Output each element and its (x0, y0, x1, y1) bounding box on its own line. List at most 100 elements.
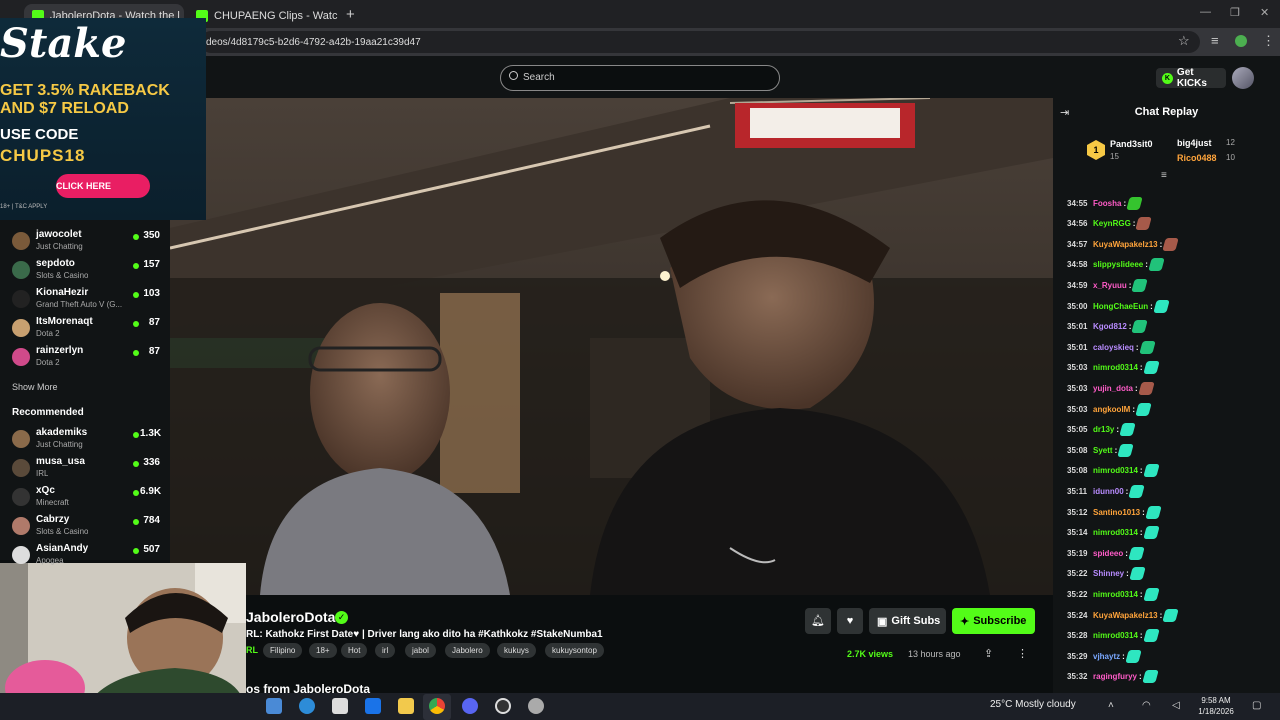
sidebar-channel[interactable]: jawocolet Just Chatting 350 (12, 228, 172, 256)
profile-icon[interactable] (1235, 35, 1247, 47)
sidebar-channel[interactable]: sepdoto Slots & Casino 157 (12, 257, 172, 285)
stream-tag[interactable]: 18+ (309, 643, 337, 658)
chat-username[interactable]: KeynRGG (1093, 219, 1131, 228)
live-dot-icon (133, 321, 139, 327)
chat-username[interactable]: Foosha (1093, 199, 1121, 208)
chrome-icon[interactable] (429, 698, 445, 714)
outlook-icon[interactable] (365, 698, 381, 714)
sidebar-channel[interactable]: rainzerlyn Dota 2 87 (12, 344, 172, 372)
emote-icon (1125, 649, 1142, 663)
live-dot-icon (133, 548, 139, 554)
new-tab-button[interactable]: + (346, 6, 355, 23)
edge-icon[interactable] (299, 698, 315, 714)
emote-icon (1153, 299, 1170, 313)
stream-tag[interactable]: Filipino (263, 643, 303, 658)
stream-tag[interactable]: Jabolero (445, 643, 490, 658)
video-player[interactable] (170, 98, 1053, 595)
media-controls-icon[interactable]: ≡ (1211, 33, 1219, 48)
chat-colon: : (1139, 631, 1143, 641)
chat-username[interactable]: HongChaeEun (1093, 302, 1148, 311)
app-icon[interactable] (528, 698, 544, 714)
tray-chevron-icon[interactable]: ˄ (1108, 700, 1114, 711)
chat-username[interactable]: Syett (1093, 446, 1113, 455)
user-avatar[interactable] (1232, 67, 1254, 89)
chat-username[interactable]: Shinney (1093, 569, 1124, 578)
chat-username[interactable]: slippyslideee (1093, 260, 1143, 269)
chat-username[interactable]: idunn00 (1093, 487, 1124, 496)
emote-icon (1117, 443, 1134, 457)
emote-icon (1135, 217, 1153, 231)
chat-username[interactable]: Santino1013 (1093, 508, 1140, 517)
chat-username[interactable]: Kgod812 (1093, 322, 1127, 331)
store-icon[interactable] (332, 698, 348, 714)
sidebar-channel[interactable]: Cabrzy Slots & Casino 784 (12, 513, 172, 541)
chat-username[interactable]: spideeo (1093, 549, 1123, 558)
chat-colon: : (1123, 198, 1127, 208)
volume-icon[interactable]: ◁ (1172, 700, 1180, 711)
tab-chupaeng-clips[interactable]: CHUPAENG Clips - Watch Live ✕ (188, 4, 338, 28)
show-more-link[interactable]: Show More (12, 382, 58, 392)
chat-timestamp: 34:55 (1067, 198, 1088, 208)
channel-name: rainzerlyn (36, 345, 84, 356)
wifi-icon[interactable]: ◠ (1142, 700, 1151, 711)
chat-username[interactable]: dr13y (1093, 425, 1114, 434)
emote-icon (1162, 608, 1180, 622)
chat-username[interactable]: nimrod0314 (1093, 631, 1138, 640)
chat-username[interactable]: nimrod0314 (1093, 528, 1138, 537)
stream-category-link[interactable]: RL (246, 645, 258, 655)
search-input[interactable]: Search (500, 65, 780, 91)
chat-username[interactable]: yujin_dota (1093, 384, 1133, 393)
chat-timestamp: 35:03 (1067, 383, 1088, 393)
copilot-icon[interactable] (266, 698, 282, 714)
chat-username[interactable]: KuyaWapakelz13 (1093, 611, 1158, 620)
chat-timestamp: 35:14 (1067, 528, 1088, 538)
chat-username[interactable]: x_Ryuuu (1093, 281, 1127, 290)
expand-gifters-icon[interactable]: ≡ (1161, 170, 1167, 181)
streamer-name[interactable]: JaboleroDota (246, 609, 335, 625)
stream-tag[interactable]: kukuys (497, 643, 536, 658)
stream-tag[interactable]: Hot (341, 643, 368, 658)
chat-username[interactable]: KuyaWapakelz13 (1093, 240, 1158, 249)
chat-username[interactable]: angkoolM (1093, 405, 1130, 414)
menu-kebab-icon[interactable]: ⋮ (1262, 33, 1275, 49)
chat-username[interactable]: nimrod0314 (1093, 363, 1138, 372)
ad-click-here-button[interactable]: CLICK HERE (56, 174, 150, 198)
sidebar-channel[interactable]: musa_usa IRL 336 (12, 455, 172, 483)
chat-username[interactable]: vjhaytz (1093, 652, 1120, 661)
sidebar-channel[interactable]: ItsMorenaqt Dota 2 87 (12, 315, 172, 343)
url-field[interactable]: deos/4d8179c5-b2d6-4792-a42b-19aa21c39d4… (200, 31, 1200, 53)
top-gifter-name[interactable]: Pand3sit0 (1110, 139, 1153, 149)
share-icon[interactable]: ⇪ (984, 647, 993, 660)
sidebar-channel[interactable]: xQc Minecraft 6.9K (12, 484, 172, 512)
gifter-name[interactable]: Rico0488 (1177, 153, 1217, 163)
gifter-name[interactable]: big4just (1177, 138, 1212, 148)
taskbar-clock[interactable]: 9:58 AM 1/18/2026 (1196, 695, 1236, 717)
bookmark-star-icon[interactable]: ☆ (1178, 33, 1190, 49)
stream-tag[interactable]: irl (375, 643, 396, 658)
gift-subs-button[interactable]: ▣ Gift Subs (869, 608, 946, 634)
discord-icon[interactable] (462, 698, 478, 714)
sidebar-channel[interactable]: AsianAndy Apogea 507 (12, 542, 172, 570)
sidebar-channel[interactable]: akademiks Just Chatting 1.3K (12, 426, 172, 454)
follow-heart-button[interactable]: ♥ (837, 608, 863, 634)
chat-colon: : (1159, 610, 1163, 620)
minimize-icon[interactable]: — (1200, 6, 1211, 18)
maximize-icon[interactable]: ❐ (1230, 6, 1240, 19)
chat-username[interactable]: caloyskieq (1093, 343, 1134, 352)
stream-tag[interactable]: jabol (405, 643, 436, 658)
weather-widget[interactable]: 25°C Mostly cloudy (990, 699, 1076, 710)
chat-username[interactable]: nimrod0314 (1093, 466, 1138, 475)
chat-username[interactable]: ragingfuryy (1093, 672, 1137, 681)
get-kicks-button[interactable]: K Get KICKs (1156, 67, 1226, 89)
sidebar-channel[interactable]: KionaHezir Grand Theft Auto V (G... 103 (12, 286, 172, 314)
chat-title: Chat Replay (1134, 106, 1199, 118)
file-explorer-icon[interactable] (398, 698, 414, 714)
subscribe-button[interactable]: ✦ Subscribe (952, 608, 1035, 634)
stream-tag[interactable]: kukuysontop (545, 643, 604, 658)
obs-icon[interactable] (495, 698, 511, 714)
notification-bell-button[interactable]: 🔔︎ (805, 608, 831, 634)
chat-username[interactable]: nimrod0314 (1093, 590, 1138, 599)
more-options-icon[interactable]: ⋮ (1017, 647, 1028, 660)
notifications-icon[interactable]: ▢ (1252, 700, 1261, 711)
close-window-icon[interactable]: ✕ (1260, 6, 1269, 19)
